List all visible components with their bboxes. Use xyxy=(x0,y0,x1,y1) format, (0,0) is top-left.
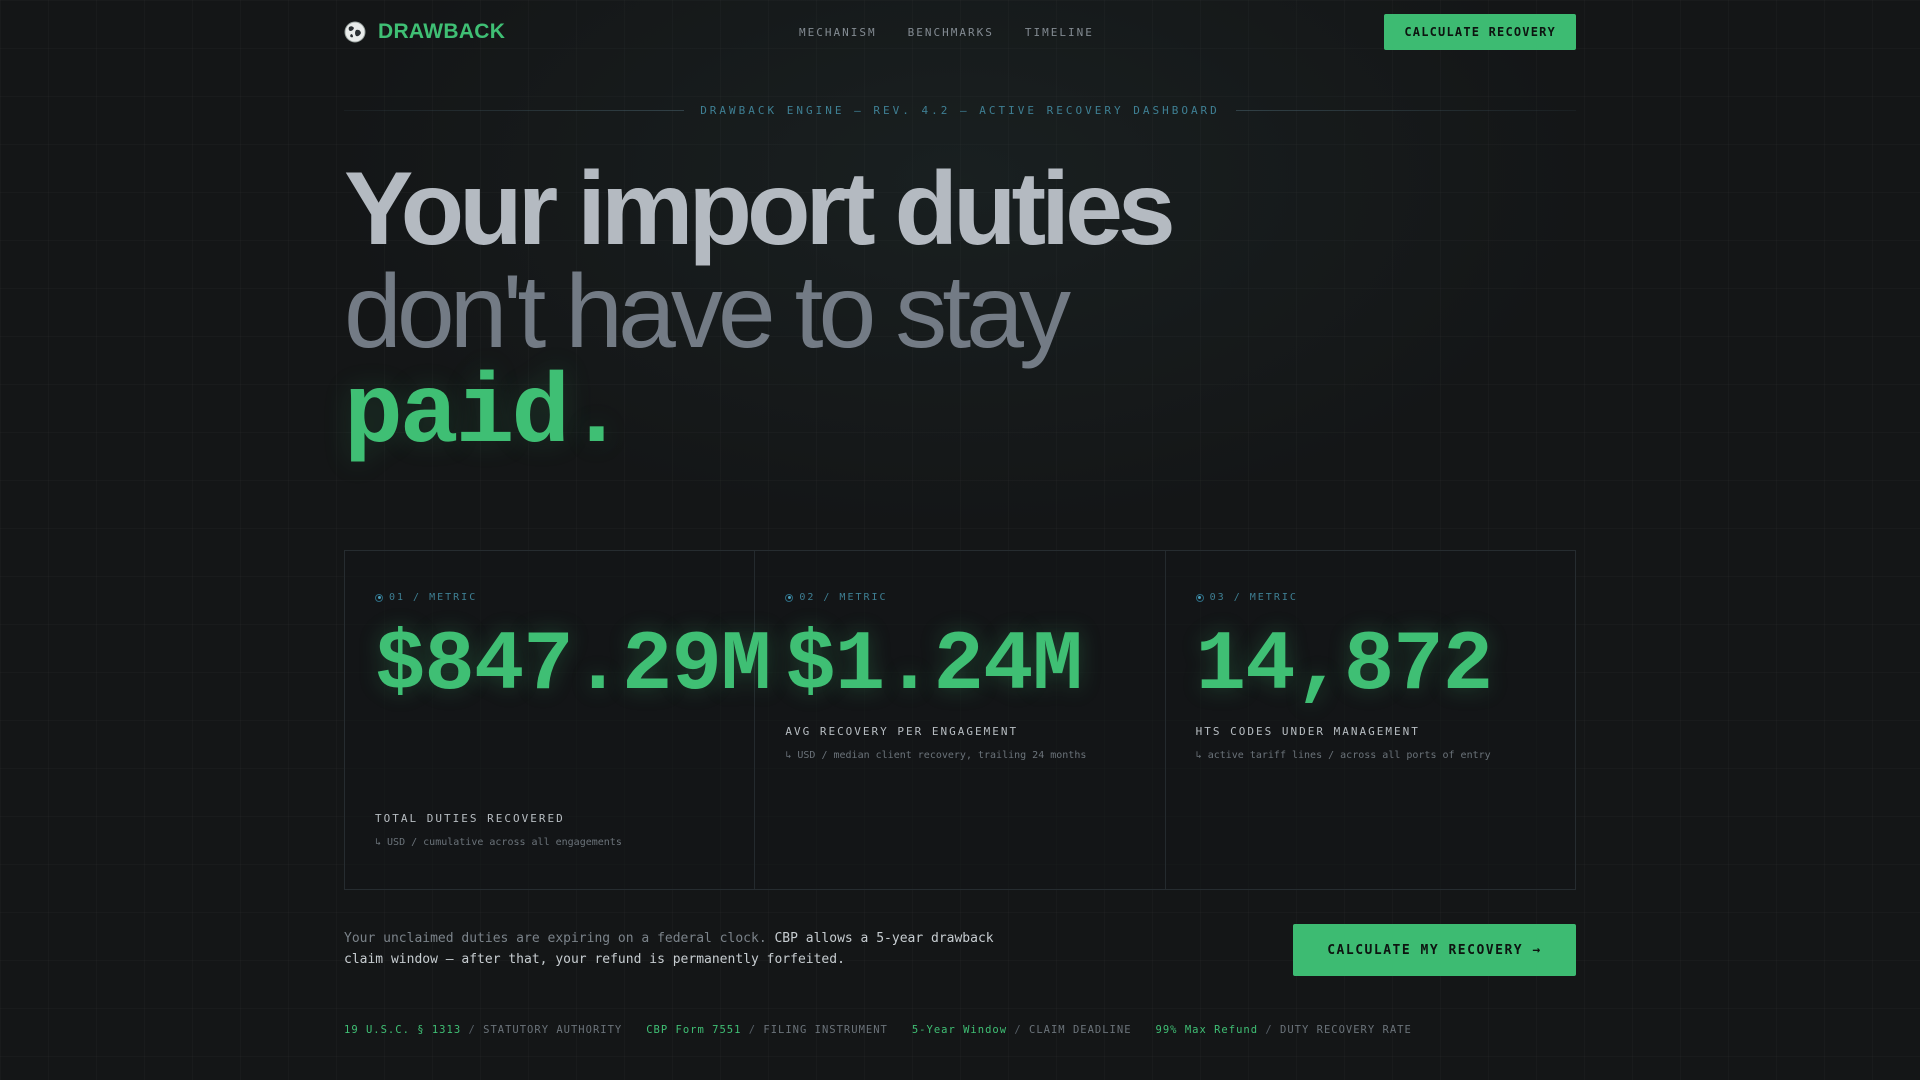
metric-card-avg-recovery: 02 / METRIC $1.24M AVG RECOVERY PER ENGA… xyxy=(755,551,1166,889)
metrics-panel: 01 / METRIC $847.29M TOTAL DUTIES RECOVE… xyxy=(344,550,1576,890)
stat-separator: / xyxy=(1007,1024,1030,1036)
metric-value: $847.29M xyxy=(375,619,771,714)
stat-key: 5-Year Window xyxy=(911,1024,1008,1036)
hero-line-3: paid. xyxy=(344,360,626,471)
footer-stat-authority: 19 U.S.C. § 1313 / STATUTORY AUTHORITY xyxy=(344,1024,622,1036)
engine-ribbon: DRAWBACK ENGINE — REV. 4.2 — ACTIVE RECO… xyxy=(344,102,1576,118)
globe-logo-icon xyxy=(344,21,366,43)
footer-stat-window: 5-Year Window / CLAIM DEADLINE xyxy=(912,1024,1132,1036)
hero-line-2: don't have to stay xyxy=(344,254,1071,370)
target-dot-icon xyxy=(785,593,794,602)
stat-desc: CLAIM DEADLINE xyxy=(1029,1024,1132,1036)
metric-subtext: ↳ USD / median client recovery, trailing… xyxy=(785,750,1087,761)
nav-link-mechanism[interactable]: MECHANISM xyxy=(799,26,877,39)
hero-line-1: Your import duties xyxy=(344,151,1176,267)
brand-name: DRAWBACK xyxy=(378,20,506,43)
nav-link-benchmarks[interactable]: BENCHMARKS xyxy=(908,26,994,39)
stat-key: 19 U.S.C. § 1313 xyxy=(344,1024,462,1036)
metric-tag-text: 01 / METRIC xyxy=(389,592,478,603)
stat-desc: DUTY RECOVERY RATE xyxy=(1280,1024,1412,1036)
metric-tag-text: 03 / METRIC xyxy=(1209,592,1298,603)
metric-label: HTS CODES UNDER MANAGEMENT xyxy=(1195,725,1420,738)
brand-logo[interactable]: DRAWBACK xyxy=(344,14,505,50)
metric-tag: 01 / METRIC xyxy=(375,592,477,603)
footer-stat-form: CBP Form 7551 / FILING INSTRUMENT xyxy=(646,1024,888,1036)
metric-label: AVG RECOVERY PER ENGAGEMENT xyxy=(785,725,1019,738)
metric-value: 14,872 xyxy=(1195,619,1493,714)
metric-tag: 03 / METRIC xyxy=(1195,592,1298,603)
metric-tag: 02 / METRIC xyxy=(785,592,887,603)
stat-separator: / xyxy=(461,1024,484,1036)
target-dot-icon xyxy=(375,593,383,602)
ribbon-divider-right xyxy=(1235,109,1576,111)
stat-desc: FILING INSTRUMENT xyxy=(763,1024,888,1036)
engine-status-text: DRAWBACK ENGINE — REV. 4.2 — ACTIVE RECO… xyxy=(700,103,1220,117)
deadline-notice-lead: Your unclaimed duties are expiring on a … xyxy=(344,931,767,946)
metric-tag-text: 02 / METRIC xyxy=(799,592,888,603)
hero-headline: Your import duties don't have to stay pa… xyxy=(344,151,1576,471)
stat-desc: STATUTORY AUTHORITY xyxy=(483,1024,623,1036)
stat-key: 99% Max Refund xyxy=(1155,1024,1259,1036)
target-dot-icon xyxy=(1195,593,1204,602)
footer-stats: 19 U.S.C. § 1313 / STATUTORY AUTHORITY C… xyxy=(344,1024,1412,1036)
metric-label: TOTAL DUTIES RECOVERED xyxy=(375,812,565,825)
calculate-my-recovery-button[interactable]: CALCULATE MY RECOVERY → xyxy=(1293,924,1576,976)
metric-subtext: ↳ USD / cumulative across all engagement… xyxy=(375,837,622,848)
metric-card-total-recovered: 01 / METRIC $847.29M TOTAL DUTIES RECOVE… xyxy=(345,551,771,889)
nav-links: MECHANISM BENCHMARKS TIMELINE xyxy=(799,14,1094,50)
deadline-notice: Your unclaimed duties are expiring on a … xyxy=(344,928,1024,970)
stat-separator: / xyxy=(741,1024,764,1036)
top-nav: DRAWBACK MECHANISM BENCHMARKS TIMELINE C… xyxy=(344,14,1576,50)
metric-card-hts-codes: 03 / METRIC 14,872 HTS CODES UNDER MANAG… xyxy=(1166,551,1575,889)
metric-value: $1.24M xyxy=(785,619,1082,714)
footer-stat-refund: 99% Max Refund / DUTY RECOVERY RATE xyxy=(1156,1024,1412,1036)
metric-subtext: ↳ active tariff lines / across all ports… xyxy=(1195,750,1491,761)
stat-separator: / xyxy=(1258,1024,1281,1036)
nav-link-timeline[interactable]: TIMELINE xyxy=(1025,26,1094,39)
calculate-recovery-button[interactable]: CALCULATE RECOVERY xyxy=(1384,14,1576,50)
ribbon-divider-left xyxy=(344,109,685,111)
stat-key: CBP Form 7551 xyxy=(646,1024,742,1036)
